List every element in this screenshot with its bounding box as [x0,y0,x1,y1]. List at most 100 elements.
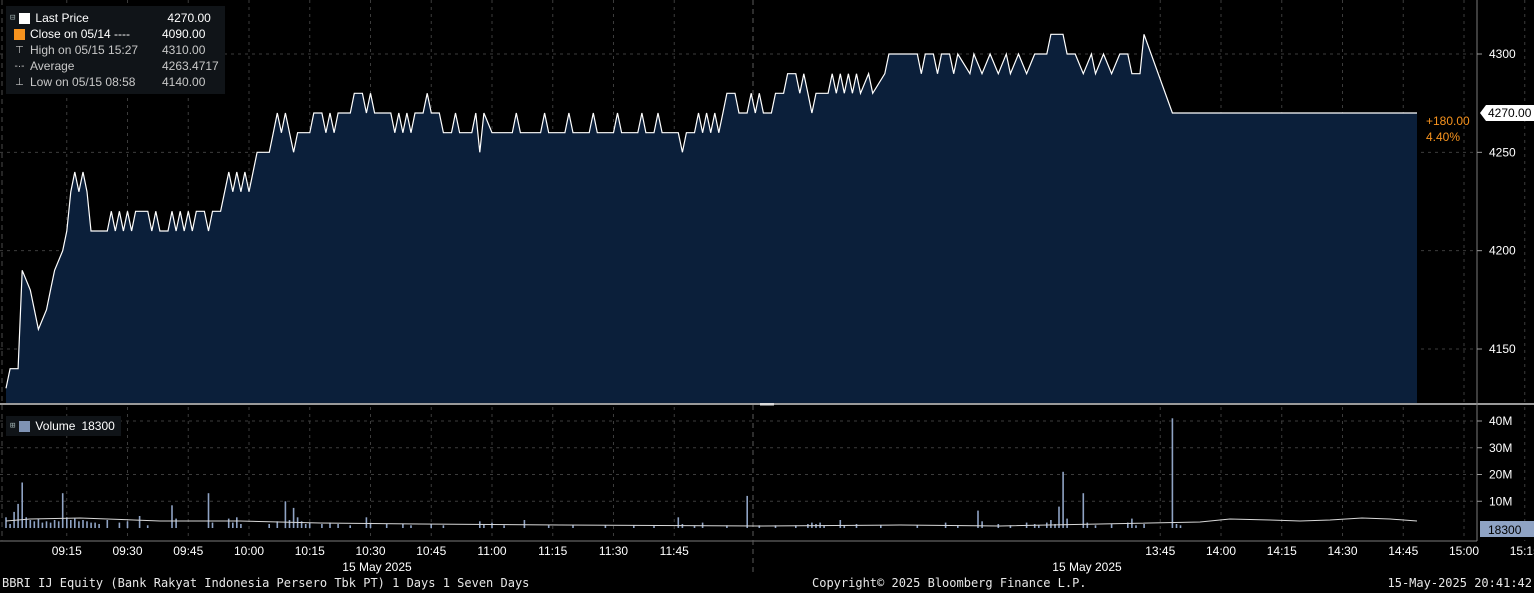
volume-bar [855,524,858,528]
x-tick-label: 10:00 [234,544,264,558]
volume-bar [839,520,842,528]
volume-bar [90,522,92,528]
low-marker-icon: ⊥ [15,76,24,88]
x-tick-label: 14:45 [1388,544,1418,558]
volume-label: Volume [35,419,76,433]
volume-bar [126,521,129,528]
legend-value: 4263.4717 [162,59,219,73]
y-tick-label: 4300 [1489,47,1516,61]
volume-legend[interactable]: ⊞ Volume 18300 [6,416,121,436]
legend-row-last-price[interactable]: ⊟ Last Price 4270.00 [10,10,219,26]
volume-bar [236,517,238,528]
volume-bar [385,524,388,528]
last-price-swatch [19,12,31,24]
x-tick-label: 10:45 [416,544,446,558]
x-date-label: 15 May 2025 [1052,560,1122,574]
volume-bar [880,525,882,528]
volume-y-tick-label: 30M [1489,441,1512,455]
volume-bar [66,517,68,528]
volume-bar [304,524,307,528]
collapse-toggle-icon[interactable]: ⊟ [10,10,15,26]
volume-bar [1175,524,1178,528]
volume-bar [1033,524,1036,528]
volume-bar [78,521,80,528]
volume-bar [175,518,177,528]
volume-swatch [19,420,31,432]
copyright-text: Copyright© 2025 Bloomberg Finance L.P. [812,576,1087,590]
volume-bar [1086,522,1089,528]
volume-bar [916,525,919,528]
x-tick-label: 10:30 [355,544,385,558]
x-tick-label: 15:00 [1449,544,1479,558]
volume-bar [106,520,109,528]
y-tick-label: 4200 [1489,244,1516,258]
volume-bar [1179,525,1182,528]
y-tick-label: 4150 [1489,342,1516,356]
volume-bar [82,520,84,528]
legend-label: Low on 05/15 08:58 [30,75,136,89]
volume-bar [1094,525,1097,528]
volume-bar [430,524,432,528]
volume-bar [138,516,141,528]
x-tick-label: 09:15 [52,544,82,558]
x-tick-label: 09:45 [173,544,203,558]
legend-value: 4140.00 [162,75,206,89]
legend-value: 4090.00 [162,27,206,41]
volume-bar [227,518,230,528]
volume-bar [365,517,368,528]
x-tick-label: 14:30 [1327,544,1357,558]
legend-label: Last Price [35,11,89,25]
legend-label: High on 05/15 15:27 [30,43,139,57]
volume-bar [1062,471,1064,528]
volume-bar [547,525,550,528]
x-tick-label: 15:15 [1510,544,1534,558]
volume-bar [308,522,311,528]
volume-bar [70,520,72,528]
volume-bar [41,522,44,528]
volume-bar [53,520,56,528]
volume-bar [337,524,339,528]
volume-bar [240,524,242,528]
x-tick-label: 11:30 [599,544,628,558]
volume-bar [1171,418,1174,528]
volume-bar [94,522,96,528]
legend-label: Average [30,59,75,73]
volume-bar [572,525,574,528]
legend-row-close[interactable]: Close on 05/14 ---- 4090.00 [10,26,219,42]
volume-bar [57,521,60,528]
volume-bar [207,493,210,528]
volume-bar [491,522,493,528]
volume-bar [74,518,76,528]
collapse-toggle-icon[interactable]: ⊞ [10,421,15,431]
x-tick-label: 14:00 [1206,544,1236,558]
volume-bar [1066,518,1068,528]
volume-bar [49,522,52,528]
timestamp: 15-May-2025 20:41:42 [1387,576,1533,590]
volume-bar [21,482,23,528]
volume-bar [45,521,48,528]
high-marker-icon: ⊤ [15,44,24,56]
security-description: BBRI IJ Equity (Bank Rakyat Indonesia Pe… [2,576,530,590]
volume-bar [1135,525,1137,528]
volume-bar [98,524,100,528]
volume-bar [33,521,36,528]
x-date-label: 15 May 2025 [342,560,412,574]
volume-bar [321,524,323,528]
legend-value: 4270.00 [167,11,211,25]
volume-bar [746,495,748,528]
volume-bar [9,524,11,528]
volume-bar [211,522,214,528]
volume-bar [292,507,295,528]
volume-bar [1143,524,1145,528]
volume-y-tick-label: 40M [1489,414,1512,428]
legend-value: 4310.00 [162,43,206,57]
legend-row-average[interactable]: -·- Average 4263.4717 [10,58,219,74]
volume-value: 18300 [81,419,115,433]
volume-bar [981,521,983,528]
volume-bar [288,520,291,528]
volume-bar [402,524,404,528]
legend-row-low[interactable]: ⊥ Low on 05/15 08:58 4140.00 [10,74,219,90]
legend-row-high[interactable]: ⊤ High on 05/15 15:27 4310.00 [10,42,219,58]
volume-bar [442,525,445,528]
legend-label: Close on 05/14 ---- [30,27,131,41]
